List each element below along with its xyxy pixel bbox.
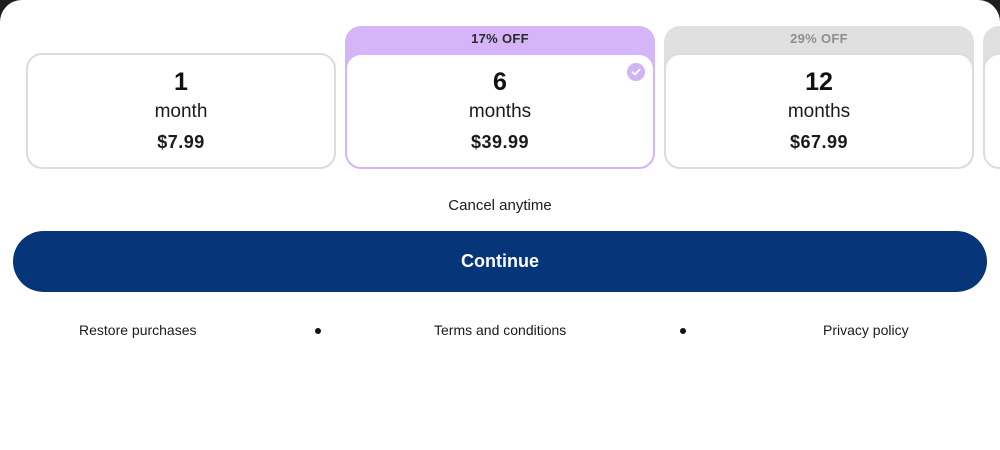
plan-card-next-partial[interactable] xyxy=(983,53,1000,169)
restore-purchases-link[interactable]: Restore purchases xyxy=(79,322,197,338)
terms-and-conditions-link[interactable]: Terms and conditions xyxy=(434,322,566,338)
plan-quantity: 6 xyxy=(493,68,507,96)
plan-unit: month xyxy=(154,101,208,122)
plan-quantity: 1 xyxy=(174,68,188,96)
plan-card-1-month[interactable]: 1 month $7.99 xyxy=(26,53,336,169)
plan-price: $39.99 xyxy=(470,132,530,152)
plan-price: $67.99 xyxy=(789,132,849,152)
plan-unit: months xyxy=(468,101,532,122)
dot-separator-icon xyxy=(315,328,321,334)
privacy-policy-link[interactable]: Privacy policy xyxy=(823,322,909,338)
cancel-anytime-text: Cancel anytime xyxy=(448,197,552,214)
continue-button[interactable]: Continue xyxy=(13,231,987,292)
plan-quantity: 12 xyxy=(805,68,833,96)
dot-separator-icon xyxy=(680,328,686,334)
discount-badge-label: 17% OFF xyxy=(471,31,529,46)
plan-carousel[interactable]: 1 month $7.99 17% OFF 6 months $39.99 29… xyxy=(0,0,1000,180)
discount-badge-label: 29% OFF xyxy=(790,31,848,46)
plan-card-6-months[interactable]: 6 months $39.99 xyxy=(345,53,655,169)
footer-links: Restore purchases Terms and conditions P… xyxy=(0,322,1000,342)
paywall-sheet: 1 month $7.99 17% OFF 6 months $39.99 29… xyxy=(0,0,1000,450)
plan-card-12-months[interactable]: 12 months $67.99 xyxy=(664,53,974,169)
plan-unit: months xyxy=(787,101,851,122)
plan-price: $7.99 xyxy=(157,132,205,152)
